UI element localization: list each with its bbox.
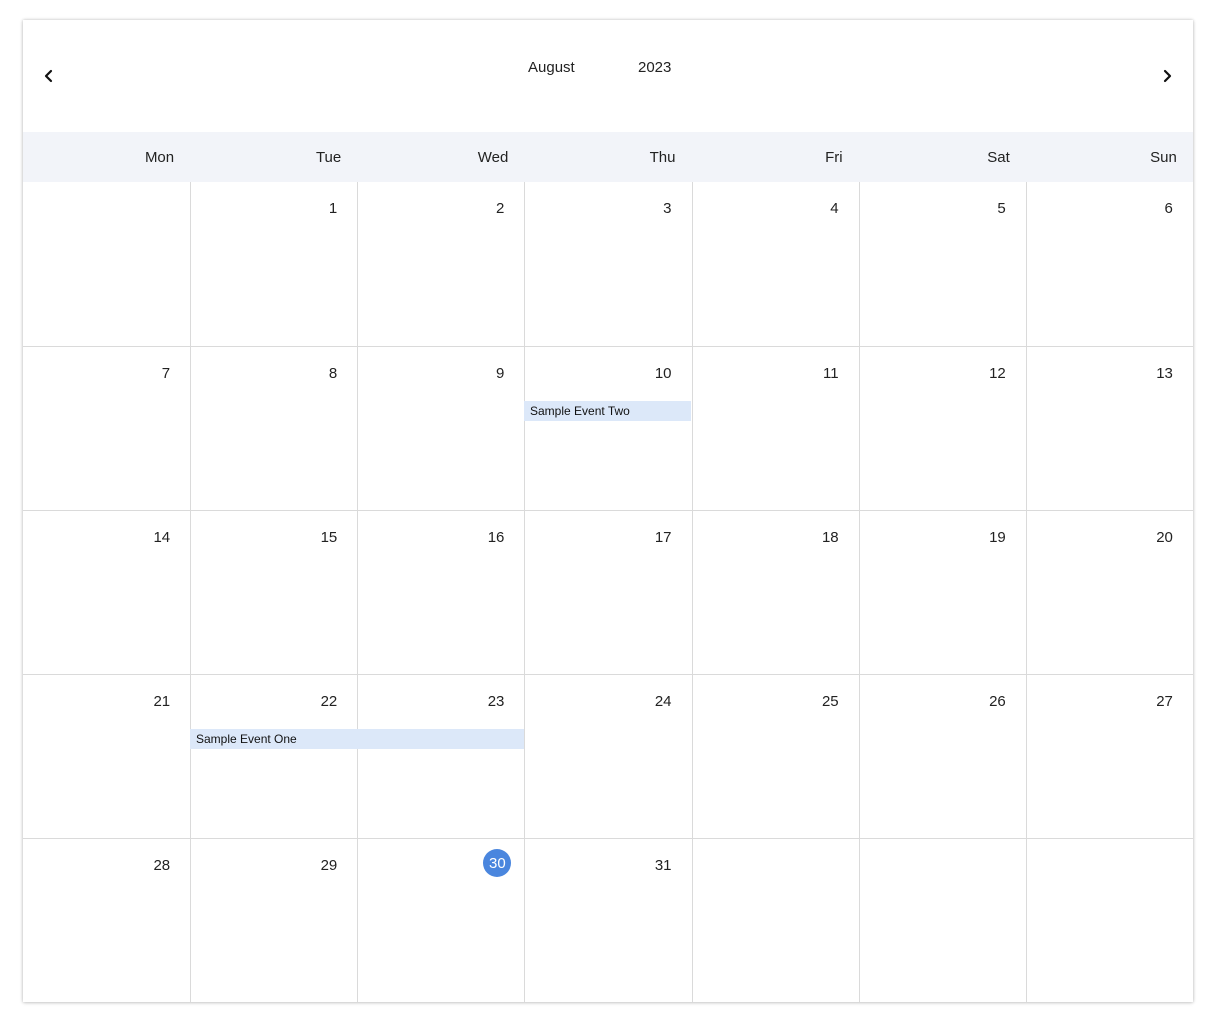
day-number: 7 <box>161 365 171 382</box>
day-cell[interactable]: 27 <box>1025 675 1193 838</box>
day-cell[interactable]: 26 <box>858 675 1026 838</box>
week-row: 21 22 23 24 25 26 27 Sample Event One <box>23 674 1193 838</box>
day-cell[interactable]: 8 <box>190 347 357 510</box>
day-cell[interactable]: 10 <box>524 347 691 510</box>
day-cell[interactable]: 13 <box>1025 347 1193 510</box>
day-cell[interactable]: 11 <box>691 347 859 510</box>
day-cell[interactable]: 16 <box>357 511 524 674</box>
day-cell[interactable]: 17 <box>524 511 691 674</box>
day-number: 13 <box>1156 365 1173 382</box>
day-cell[interactable]: 5 <box>858 182 1026 346</box>
week-row: 7 8 9 10 11 12 13 Sample Event Two <box>23 346 1193 510</box>
calendar: August 2023 Mon Tue Wed Thu Fri Sat Sun … <box>23 20 1193 1002</box>
chevron-left-icon <box>44 69 53 83</box>
day-cell[interactable]: 3 <box>524 182 691 346</box>
day-cell[interactable]: 18 <box>691 511 859 674</box>
day-cell[interactable]: 20 <box>1025 511 1193 674</box>
day-cell[interactable]: 14 <box>23 511 190 674</box>
day-cell[interactable]: 28 <box>23 839 190 1002</box>
day-cell-empty[interactable] <box>1025 839 1193 1002</box>
weekday-fri: Fri <box>825 149 843 166</box>
day-cell[interactable]: 1 <box>190 182 357 346</box>
day-number: 18 <box>821 529 839 546</box>
year-label[interactable]: 2023 <box>638 59 671 76</box>
weekday-thu: Thu <box>649 149 676 166</box>
day-cell[interactable]: 22 <box>190 675 357 838</box>
prev-month-button[interactable] <box>37 64 61 88</box>
week-row: 28 29 30 31 <box>23 838 1193 1002</box>
weekday-sun: Sun <box>1150 149 1177 166</box>
day-number: 23 <box>487 693 505 710</box>
day-cell-today[interactable]: 30 <box>357 839 524 1002</box>
day-number: 9 <box>496 365 505 382</box>
event-sample-event-two[interactable]: Sample Event Two <box>524 401 691 421</box>
month-grid: 1 2 3 4 5 6 7 8 9 10 11 12 13 Sample Eve… <box>23 182 1193 1002</box>
day-number: 20 <box>1156 529 1173 546</box>
weekday-sat: Sat <box>987 149 1010 166</box>
day-number: 12 <box>989 365 1006 382</box>
day-number: 1 <box>328 200 338 217</box>
day-cell[interactable]: 19 <box>858 511 1026 674</box>
day-number: 3 <box>663 200 672 217</box>
day-cell-empty[interactable] <box>858 839 1026 1002</box>
day-cell[interactable]: 9 <box>357 347 524 510</box>
day-cell[interactable]: 31 <box>524 839 691 1002</box>
weekday-tue: Tue <box>315 149 342 166</box>
day-cell[interactable]: 2 <box>357 182 524 346</box>
day-number: 21 <box>153 693 171 710</box>
day-number: 24 <box>654 693 672 710</box>
next-month-button[interactable] <box>1155 64 1179 88</box>
day-cell-empty[interactable] <box>23 182 190 346</box>
day-cell[interactable]: 23 <box>357 675 524 838</box>
day-number: 6 <box>1164 200 1173 217</box>
day-number: 25 <box>821 693 839 710</box>
day-cell[interactable]: 12 <box>858 347 1026 510</box>
day-number: 14 <box>153 529 171 546</box>
day-cell[interactable]: 4 <box>691 182 859 346</box>
day-cell[interactable]: 21 <box>23 675 190 838</box>
day-number: 17 <box>654 529 672 546</box>
week-row: 1 2 3 4 5 6 <box>23 182 1193 346</box>
calendar-header: August 2023 <box>23 20 1193 132</box>
day-number: 19 <box>989 529 1006 546</box>
day-number: 16 <box>487 529 505 546</box>
day-number: 22 <box>320 693 338 710</box>
day-cell-empty[interactable] <box>691 839 859 1002</box>
day-number: 29 <box>320 857 338 874</box>
day-cell[interactable]: 24 <box>524 675 691 838</box>
day-number: 15 <box>320 529 338 546</box>
day-cell[interactable]: 25 <box>691 675 859 838</box>
day-number: 4 <box>830 200 839 217</box>
weekday-header-row: Mon Tue Wed Thu Fri Sat Sun <box>23 132 1193 182</box>
day-number: 2 <box>496 200 505 217</box>
day-number: 27 <box>1156 693 1173 710</box>
day-number: 5 <box>997 200 1006 217</box>
day-cell[interactable]: 6 <box>1025 182 1193 346</box>
weekday-wed: Wed <box>477 149 509 166</box>
today-badge: 30 <box>483 849 512 877</box>
day-number: 28 <box>153 857 171 874</box>
week-row: 14 15 16 17 18 19 20 <box>23 510 1193 674</box>
day-number: 11 <box>823 365 839 382</box>
weekday-mon: Mon <box>144 149 175 166</box>
day-number: 31 <box>654 857 672 874</box>
event-sample-event-one[interactable]: Sample Event One <box>190 729 524 749</box>
day-cell[interactable]: 7 <box>23 347 190 510</box>
day-number: 8 <box>328 365 338 382</box>
chevron-right-icon <box>1163 69 1172 83</box>
day-cell[interactable]: 15 <box>190 511 357 674</box>
day-cell[interactable]: 29 <box>190 839 357 1002</box>
month-label[interactable]: August <box>528 59 575 76</box>
day-number: 10 <box>654 365 672 382</box>
day-number: 26 <box>989 693 1006 710</box>
